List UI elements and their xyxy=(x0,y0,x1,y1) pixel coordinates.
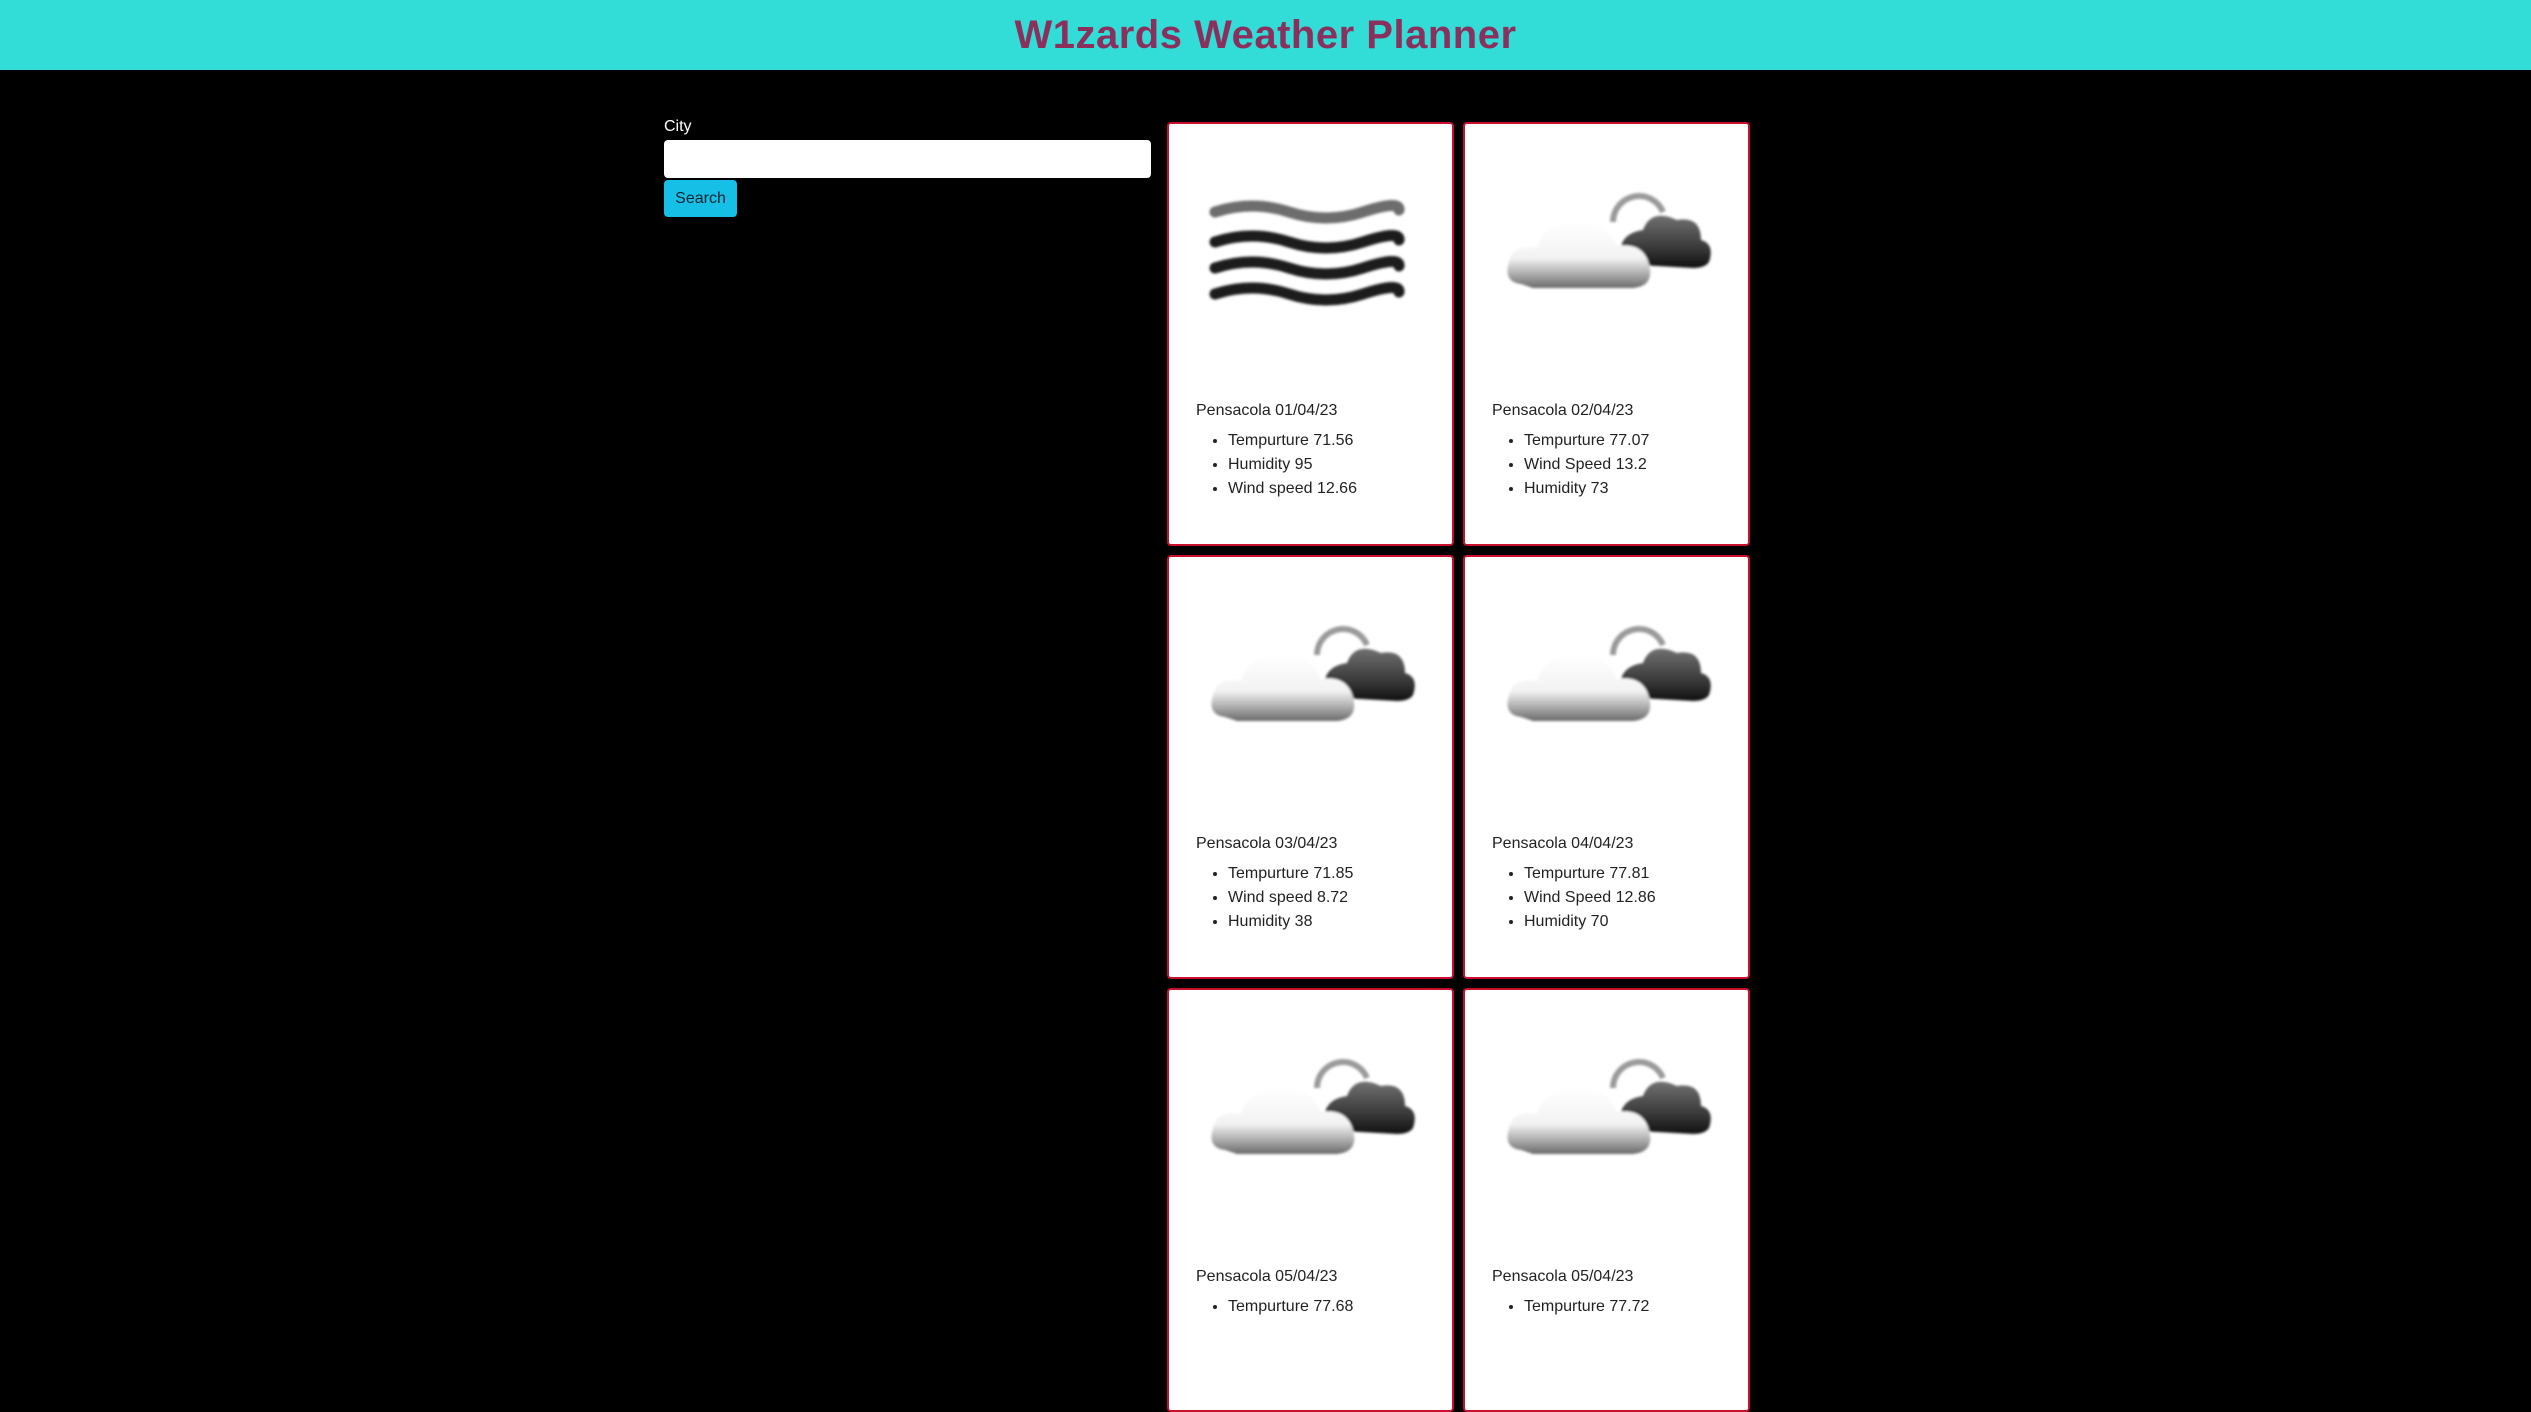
humidity-stat: Humidity 70 xyxy=(1524,910,1656,934)
card-stats: Tempurture 77.68 xyxy=(1196,1295,1353,1319)
wind-speed-stat: Wind Speed 12.86 xyxy=(1524,886,1656,910)
card-stats: Tempurture 77.72 xyxy=(1492,1295,1649,1319)
temperature-stat: Tempurture 71.56 xyxy=(1228,429,1357,453)
card-title: Pensacola 03/04/23 xyxy=(1196,835,1338,852)
forecast-cards: Pensacola 01/04/23 Tempurture 71.56 Humi… xyxy=(1167,122,1751,1412)
wind-speed-stat: Wind Speed 13.2 xyxy=(1524,453,1649,477)
card-stats: Tempurture 77.07 Wind Speed 13.2 Humidit… xyxy=(1492,429,1649,501)
search-button[interactable]: Search xyxy=(664,180,737,217)
broken-clouds-icon xyxy=(1507,193,1711,288)
card-title: Pensacola 05/04/23 xyxy=(1492,1268,1634,1285)
wind-speed-stat: Wind speed 12.66 xyxy=(1228,477,1357,501)
city-input[interactable] xyxy=(664,140,1151,178)
broken-clouds-icon xyxy=(1211,1059,1415,1154)
fog-icon xyxy=(1209,200,1405,306)
broken-clouds-icon xyxy=(1507,626,1711,721)
page-title: W1zards Weather Planner xyxy=(1014,12,1517,57)
forecast-card: Pensacola 05/04/23 Tempurture 77.72 xyxy=(1463,988,1750,1412)
broken-clouds-icon xyxy=(1507,1059,1711,1154)
forecast-card: Pensacola 03/04/23 Tempurture 71.85 Wind… xyxy=(1167,555,1454,979)
temperature-stat: Tempurture 71.85 xyxy=(1228,862,1353,886)
forecast-card: Pensacola 04/04/23 Tempurture 77.81 Wind… xyxy=(1463,555,1750,979)
card-title: Pensacola 02/04/23 xyxy=(1492,402,1634,419)
temperature-stat: Tempurture 77.72 xyxy=(1524,1295,1649,1319)
humidity-stat: Humidity 95 xyxy=(1228,453,1357,477)
humidity-stat: Humidity 73 xyxy=(1524,477,1649,501)
card-title: Pensacola 05/04/23 xyxy=(1196,1268,1338,1285)
search-panel: City Search xyxy=(664,118,1152,217)
app-header: W1zards Weather Planner xyxy=(0,0,2531,70)
humidity-stat: Humidity 38 xyxy=(1228,910,1353,934)
temperature-stat: Tempurture 77.68 xyxy=(1228,1295,1353,1319)
card-stats: Tempurture 77.81 Wind Speed 12.86 Humidi… xyxy=(1492,862,1656,934)
card-stats: Tempurture 71.56 Humidity 95 Wind speed … xyxy=(1196,429,1357,501)
card-stats: Tempurture 71.85 Wind speed 8.72 Humidit… xyxy=(1196,862,1353,934)
forecast-card: Pensacola 02/04/23 Tempurture 77.07 Wind… xyxy=(1463,122,1750,546)
wind-speed-stat: Wind speed 8.72 xyxy=(1228,886,1353,910)
temperature-stat: Tempurture 77.07 xyxy=(1524,429,1649,453)
card-title: Pensacola 04/04/23 xyxy=(1492,835,1634,852)
forecast-card: Pensacola 05/04/23 Tempurture 77.68 xyxy=(1167,988,1454,1412)
card-title: Pensacola 01/04/23 xyxy=(1196,402,1338,419)
temperature-stat: Tempurture 77.81 xyxy=(1524,862,1656,886)
city-label: City xyxy=(664,118,692,135)
broken-clouds-icon xyxy=(1211,626,1415,721)
forecast-card: Pensacola 01/04/23 Tempurture 71.56 Humi… xyxy=(1167,122,1454,546)
